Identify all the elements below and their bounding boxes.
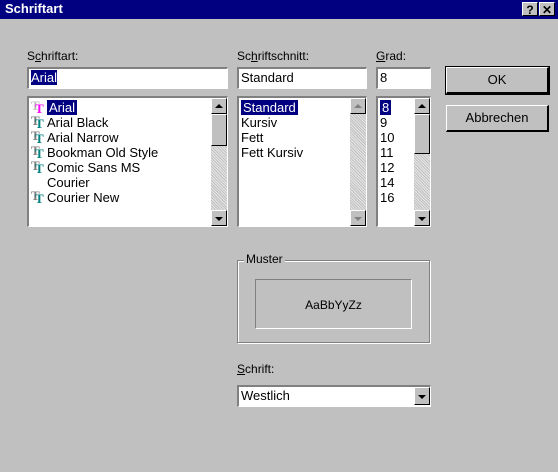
font-list-item[interactable]: T T Bookman Old Style	[29, 143, 210, 161]
style-input[interactable]: Standard	[237, 67, 367, 89]
size-list-item-label: 9	[380, 115, 388, 130]
scroll-up-button[interactable]	[414, 98, 430, 114]
font-list-item[interactable]: T T Arial	[29, 98, 210, 116]
size-list-item[interactable]: 14	[378, 175, 413, 190]
title-bar: Schriftart ? ✕	[0, 0, 558, 19]
font-list-item[interactable]: T T Arial Black	[29, 113, 210, 131]
scroll-down-button[interactable]	[414, 210, 430, 226]
size-label: Grad:	[376, 49, 407, 63]
font-list-item[interactable]: T T Arial Narrow	[29, 128, 210, 146]
scroll-down-button	[350, 210, 366, 226]
font-list[interactable]: T T Arial T T Arial Black T T Arial Narrow T T Book…	[27, 96, 228, 227]
ok-button[interactable]: OK	[445, 66, 550, 95]
scroll-down-button[interactable]	[211, 210, 227, 226]
size-list-item[interactable]: 12	[378, 160, 413, 175]
font-list-item-label: Bookman Old Style	[47, 145, 159, 160]
size-input[interactable]: 8	[376, 67, 431, 89]
style-list[interactable]: Standard Kursiv Fett Fett Kursiv	[237, 96, 367, 227]
size-list-item[interactable]: 10	[378, 130, 413, 145]
size-list-item-label: 12	[380, 160, 395, 175]
sample-caption: Muster	[244, 252, 285, 266]
truetype-icon: TT	[31, 98, 44, 116]
style-list-scrollbar[interactable]	[350, 98, 366, 226]
font-list-item[interactable]: T T Comic Sans MS	[29, 158, 210, 176]
style-list-item-label: Kursiv	[241, 115, 278, 130]
close-button[interactable]: ✕	[539, 2, 555, 17]
style-list-item[interactable]: Fett Kursiv	[239, 145, 349, 160]
size-list-scrollbar[interactable]	[414, 98, 430, 226]
scroll-up-button[interactable]	[211, 98, 227, 114]
size-list-item-label: 11	[380, 145, 394, 160]
size-list-item[interactable]: 16	[378, 190, 413, 205]
font-label: Schriftart:	[27, 49, 79, 63]
cancel-button[interactable]: Abbrechen	[446, 105, 549, 132]
help-button[interactable]: ?	[522, 2, 538, 17]
style-list-item[interactable]: Kursiv	[239, 115, 349, 130]
size-list-item[interactable]: 11	[378, 145, 413, 160]
window-title: Schriftart	[5, 1, 63, 16]
font-input[interactable]: Arial	[27, 67, 228, 89]
font-list-item-label: Arial Black	[47, 115, 109, 130]
font-list-item-label: Arial Narrow	[47, 130, 119, 145]
size-list-item-label: 10	[380, 130, 395, 145]
scroll-up-button	[350, 98, 366, 114]
sample-preview: AaBbYyZz	[255, 279, 412, 329]
style-list-item-label: Fett	[241, 130, 264, 145]
truetype-icon: TT	[31, 188, 44, 206]
truetype-icon: TT	[31, 143, 44, 161]
style-list-item[interactable]: Fett	[239, 130, 349, 145]
scroll-thumb[interactable]	[414, 114, 430, 154]
style-list-item-label: Fett Kursiv	[241, 145, 304, 160]
font-list-item-label: Courier New	[47, 190, 120, 205]
size-list-item-label: 8	[380, 100, 392, 115]
size-list[interactable]: 8 9 10 11 12 14 16	[376, 96, 431, 227]
scroll-thumb[interactable]	[211, 114, 227, 146]
font-list-item-label: Courier	[47, 175, 90, 190]
style-label: Schriftschnitt:	[237, 49, 310, 63]
font-list-item-label: Comic Sans MS	[47, 160, 141, 175]
script-select-value: Westlich	[241, 388, 290, 403]
script-label: Schrift:	[237, 362, 275, 376]
style-list-item-label: Standard	[241, 100, 298, 115]
style-list-item[interactable]: Standard	[239, 100, 349, 115]
size-list-item[interactable]: 9	[378, 115, 413, 130]
size-list-item-label: 16	[380, 190, 395, 205]
truetype-icon: TT	[31, 158, 44, 176]
font-list-item-label: Arial	[47, 100, 78, 115]
truetype-icon: TT	[31, 128, 44, 146]
script-select[interactable]: Westlich	[237, 385, 431, 407]
chevron-down-icon[interactable]	[414, 387, 430, 405]
size-list-item-label: 14	[380, 175, 395, 190]
font-list-item[interactable]: T T Courier New	[29, 188, 210, 206]
font-list-scrollbar[interactable]	[211, 98, 227, 226]
font-list-item[interactable]: Courier	[29, 175, 210, 190]
size-list-item[interactable]: 8	[378, 100, 413, 115]
font-input-value: Arial	[31, 70, 58, 85]
truetype-icon: TT	[31, 113, 44, 131]
